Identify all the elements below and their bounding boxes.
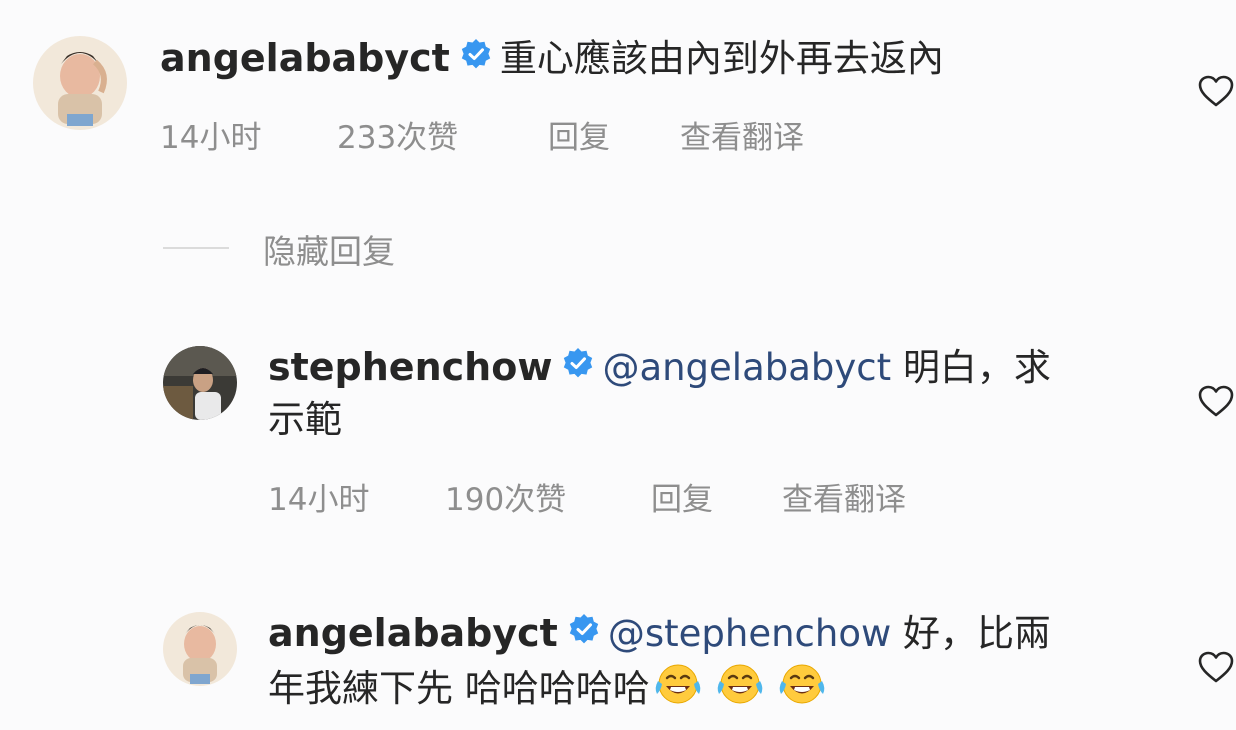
heart-outline-icon[interactable] bbox=[1197, 74, 1235, 112]
comment-2-text: stephenchow @angelababyct 明白，求 示範 bbox=[268, 342, 1051, 445]
avatar[interactable] bbox=[163, 612, 237, 686]
hide-replies-label: 隐藏回复 bbox=[263, 232, 395, 271]
verified-badge-icon bbox=[562, 342, 594, 392]
comment-1-text: angelababyct 重心應該由內到外再去返內 bbox=[160, 33, 944, 86]
verified-badge-icon bbox=[460, 33, 492, 83]
mention-link[interactable]: @angelababyct bbox=[602, 346, 891, 389]
comment-text-continued: 示範 bbox=[268, 397, 342, 441]
username[interactable]: stephenchow bbox=[268, 345, 552, 389]
username[interactable]: angelababyct bbox=[160, 36, 450, 80]
like-count[interactable]: 190次赞 bbox=[445, 474, 566, 519]
username[interactable]: angelababyct bbox=[268, 611, 558, 655]
see-translation-button[interactable]: 查看翻译 bbox=[680, 112, 804, 157]
heart-outline-icon[interactable] bbox=[1197, 650, 1235, 688]
see-translation-button[interactable]: 查看翻译 bbox=[782, 474, 906, 519]
reply-button[interactable]: 回复 bbox=[651, 474, 713, 519]
face-with-tears-of-joy-icon bbox=[776, 661, 828, 720]
divider-line bbox=[163, 247, 229, 249]
like-count[interactable]: 233次赞 bbox=[337, 112, 458, 157]
comment-text: 重心應該由內到外再去返內 bbox=[499, 37, 944, 80]
comment-text: 明白，求 bbox=[902, 346, 1051, 389]
avatar[interactable] bbox=[163, 346, 237, 420]
timestamp: 14小时 bbox=[160, 120, 262, 156]
timestamp: 14小时 bbox=[268, 482, 370, 518]
comment-3-text: angelababyct @stephenchow 好，比兩 年我練下先 哈哈哈哈… bbox=[268, 608, 1051, 720]
face-with-tears-of-joy-icon bbox=[652, 661, 704, 720]
avatar[interactable] bbox=[33, 36, 127, 130]
comment-text-continued: 年我練下先 哈哈哈哈哈 bbox=[268, 666, 650, 710]
comment-text: 好，比兩 bbox=[903, 612, 1051, 655]
mention-link[interactable]: @stephenchow bbox=[608, 612, 891, 655]
comment-2-meta: 14小时 190次赞 回复 查看翻译 bbox=[268, 474, 1028, 518]
heart-outline-icon[interactable] bbox=[1197, 384, 1235, 422]
verified-badge-icon bbox=[568, 608, 600, 658]
reply-button[interactable]: 回复 bbox=[548, 112, 610, 157]
face-with-tears-of-joy-icon bbox=[714, 661, 766, 720]
comment-1-meta: 14小时 233次赞 回复 查看翻译 bbox=[160, 112, 920, 156]
